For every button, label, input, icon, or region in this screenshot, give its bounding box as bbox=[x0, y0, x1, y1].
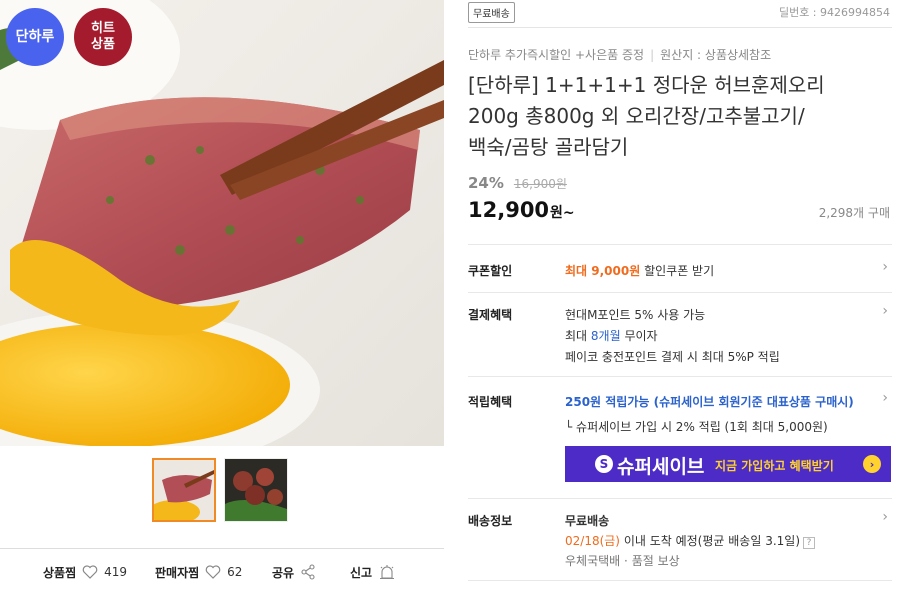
siren-icon bbox=[380, 565, 395, 580]
supersave-name: 슈퍼세이브 bbox=[617, 456, 705, 478]
coupon-text: 할인쿠폰 받기 bbox=[640, 264, 715, 278]
supersave-signup-banner[interactable]: S 슈퍼세이브 지금 가입하고 혜택받기 › bbox=[565, 446, 891, 482]
heart-icon bbox=[82, 565, 98, 579]
share-button[interactable]: 공유 bbox=[272, 564, 316, 581]
original-price: 16,900원 bbox=[513, 177, 567, 191]
product-info-panel: 무료배송 딜번호 : 9426994854 단하루 추가즉시할인 +사은품 증정… bbox=[468, 0, 892, 594]
shipping-label: 배송정보 bbox=[468, 514, 513, 528]
purchase-count: 2,298개 구매 bbox=[818, 206, 890, 220]
delivery-date: 02/18(금) bbox=[565, 534, 620, 548]
payment-benefit-2: 최대 8개월 무이자 bbox=[565, 327, 658, 344]
supersave-cta: 지금 가입하고 혜택받기 bbox=[715, 459, 834, 473]
thumbnail-2[interactable] bbox=[224, 458, 288, 522]
origin-text: 원산지 : 상품상세참조 bbox=[660, 48, 772, 62]
deal-number: 딜번호 : 9426994854 bbox=[778, 6, 890, 19]
heart-icon bbox=[205, 565, 221, 579]
separator-dot: · bbox=[624, 554, 628, 568]
thumbnail-smoked-duck-image bbox=[154, 460, 214, 520]
wishlist-product-label: 상품찜 bbox=[43, 565, 77, 580]
payment-benefit-1: 현대M포인트 5% 사용 가능 bbox=[565, 308, 706, 322]
product-title-line-1: [단하루] 1+1+1+1 정다운 허브훈제오리 bbox=[468, 73, 825, 97]
hit-product-badge: 히트 상품 bbox=[74, 8, 132, 66]
product-title: [단하루] 1+1+1+1 정다운 허브훈제오리 200g 총800g 외 오리… bbox=[468, 70, 888, 163]
wishlist-seller-count: 62 bbox=[227, 565, 243, 579]
product-gallery: 단하루 히트 상품 상품찜 419 판매자찜 62 공유 신고 bbox=[0, 0, 444, 594]
section-divider bbox=[468, 498, 892, 499]
wishlist-seller-label: 판매자찜 bbox=[155, 565, 200, 580]
sale-price: 12,900 bbox=[468, 198, 550, 222]
section-divider bbox=[468, 376, 892, 377]
report-button[interactable]: 신고 bbox=[350, 564, 396, 581]
payment-benefit-2-prefix: 최대 bbox=[565, 329, 591, 343]
section-divider bbox=[468, 580, 892, 581]
help-icon[interactable]: ? bbox=[803, 537, 816, 549]
coupon-highlight: 최대 9,000원 bbox=[565, 264, 641, 278]
discount-row: 24% 16,900원 bbox=[468, 174, 567, 192]
points-line-2: └ 슈퍼세이브 가입 시 2% 적립 (1회 최대 5,000원) bbox=[565, 420, 828, 434]
product-title-line-2: 200g 총800g 외 오리간장/고추불고기/ bbox=[468, 104, 805, 128]
wishlist-product-button[interactable]: 상품찜 419 bbox=[43, 564, 127, 581]
shipping-extra: 우체국택배 · 품절 보상 bbox=[565, 552, 680, 569]
soldout-compensation: 품절 보상 bbox=[631, 554, 680, 568]
thumbnail-duck-bulgogi-image bbox=[225, 459, 287, 521]
points-condition: (슈퍼세이브 회원기준 대표상품 구매시) bbox=[649, 395, 854, 409]
report-label: 신고 bbox=[350, 565, 373, 580]
promo-text: 단하루 추가즉시할인 +사은품 증정 bbox=[468, 48, 645, 62]
header-divider bbox=[468, 27, 892, 28]
shipping-chevron-icon[interactable]: › bbox=[882, 509, 888, 525]
thumbnail-strip bbox=[152, 458, 288, 522]
product-subline: 단하루 추가즉시할인 +사은품 증정 | 원산지 : 상품상세참조 bbox=[468, 48, 772, 62]
product-title-line-3: 백숙/곰탕 골라담기 bbox=[468, 135, 629, 159]
payment-benefit-2-suffix: 무이자 bbox=[620, 329, 658, 343]
share-icon bbox=[301, 564, 315, 580]
danharu-badge: 단하루 bbox=[6, 8, 64, 66]
supersave-logo-icon: S bbox=[595, 455, 613, 473]
points-line-1: 250원 적립가능 (슈퍼세이브 회원기준 대표상품 구매시) bbox=[565, 393, 854, 410]
points-label: 적립혜택 bbox=[468, 395, 513, 409]
wishlist-seller-button[interactable]: 판매자찜 62 bbox=[155, 564, 242, 581]
payment-benefits-label: 결제혜택 bbox=[468, 308, 513, 322]
courier-name: 우체국택배 bbox=[565, 554, 621, 568]
delivery-eta-text: 이내 도착 예정(평균 배송일 3.1일) bbox=[620, 534, 801, 548]
arrow-right-icon: › bbox=[863, 455, 881, 473]
section-divider bbox=[468, 244, 892, 245]
main-product-image[interactable]: 단하루 히트 상품 bbox=[0, 0, 444, 446]
actions-divider bbox=[0, 548, 444, 549]
share-label: 공유 bbox=[272, 565, 295, 580]
installment-months: 8개월 bbox=[590, 329, 621, 343]
free-shipping-tag: 무료배송 bbox=[468, 2, 515, 23]
discount-rate: 24% bbox=[468, 174, 504, 192]
wishlist-product-count: 419 bbox=[104, 565, 128, 579]
smoked-duck-photo bbox=[0, 0, 444, 446]
section-divider bbox=[468, 292, 892, 293]
sale-price-row: 12,900 원~ bbox=[468, 198, 575, 222]
payment-chevron-icon[interactable]: › bbox=[882, 303, 888, 319]
danharu-badge-text: 단하루 bbox=[15, 29, 55, 45]
thumbnail-1[interactable] bbox=[152, 458, 216, 522]
sale-price-unit: 원~ bbox=[550, 205, 575, 221]
points-chevron-icon[interactable]: › bbox=[882, 390, 888, 406]
coupon-label: 쿠폰할인 bbox=[468, 264, 513, 278]
product-actions: 상품찜 419 판매자찜 62 공유 신고 bbox=[0, 556, 444, 588]
points-amount: 250원 적립가능 bbox=[565, 395, 650, 409]
hit-badge-line1: 히트 bbox=[91, 21, 115, 36]
shipping-fee: 무료배송 bbox=[565, 514, 610, 528]
coupon-download-link[interactable]: 최대 9,000원 할인쿠폰 받기 bbox=[565, 262, 714, 279]
payment-benefit-3: 페이코 충전포인트 결제 시 최대 5%P 적립 bbox=[565, 350, 780, 364]
shipping-eta: 02/18(금) 이내 도착 예정(평균 배송일 3.1일)? bbox=[565, 532, 816, 549]
coupon-chevron-icon[interactable]: › bbox=[882, 259, 888, 275]
hit-badge-line2: 상품 bbox=[91, 37, 115, 52]
